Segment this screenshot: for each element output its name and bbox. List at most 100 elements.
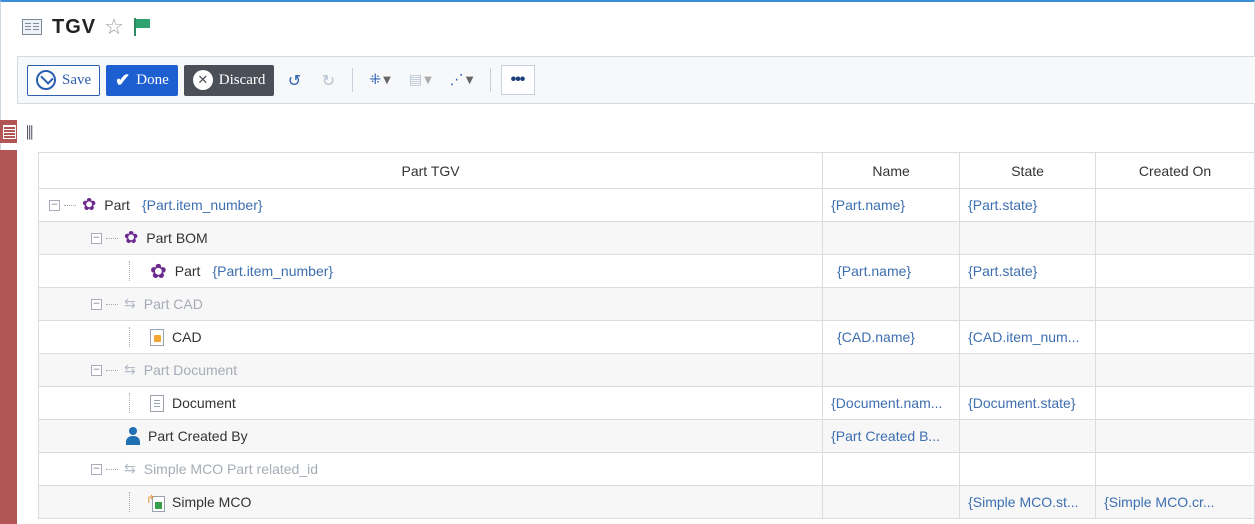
state-cell[interactable] [959, 287, 1097, 321]
name-cell[interactable] [822, 353, 961, 387]
toolbar-separator [489, 68, 491, 92]
table-row[interactable]: − ⇆ Part Document [37, 353, 1255, 387]
node-label: Part [104, 197, 130, 213]
node-label: Simple MCO Part related_id [143, 461, 319, 477]
title-bar: TGV ☆ [0, 2, 1255, 52]
table-row[interactable]: − ✿ Part {Part.item_number} {Part.name} … [37, 188, 1255, 222]
column-header-state[interactable]: State [959, 152, 1097, 189]
chevron-down-icon: ▼ [424, 74, 432, 86]
discard-button[interactable]: ✕ Discard [183, 64, 275, 96]
table-row[interactable]: ✿ Part {Part.item_number} {Part.name} {P… [37, 254, 1255, 288]
name-cell[interactable]: {CAD.name} [822, 320, 961, 354]
save-button-label: Save [62, 71, 92, 88]
star-icon[interactable]: ☆ [104, 16, 124, 38]
relationship-dropdown[interactable]: ⋰ ▼ [444, 66, 480, 94]
collapse-toggle[interactable]: − [91, 364, 102, 376]
state-cell[interactable]: {CAD.item_num... [959, 320, 1097, 354]
collapse-toggle[interactable]: − [49, 199, 60, 211]
tree-grid-view-icon[interactable] [0, 120, 17, 143]
clipboard-icon: ▤ [408, 72, 423, 88]
relationship-icon: ⇆ [124, 362, 136, 378]
user-icon [126, 427, 140, 445]
save-icon [36, 70, 56, 90]
name-cell[interactable]: {Part.name} [822, 254, 961, 288]
grid-header-row: Part TGV Name State Created On [37, 152, 1255, 189]
node-label: Part Document [143, 362, 238, 378]
created-on-cell[interactable] [1095, 254, 1255, 288]
node-label: Part [174, 263, 201, 279]
flag-icon[interactable] [133, 18, 150, 36]
table-row[interactable]: Document {Document.nam... {Document.stat… [37, 386, 1255, 420]
state-cell[interactable]: {Part.state} [959, 188, 1097, 222]
redo-icon[interactable]: ↻ [314, 66, 342, 94]
table-row[interactable]: − ✿ Part BOM [37, 221, 1255, 255]
name-cell[interactable] [822, 287, 961, 321]
document-icon [150, 394, 164, 412]
state-cell[interactable]: {Part.state} [959, 254, 1097, 288]
side-accent-bar [0, 150, 17, 524]
name-cell[interactable]: {Part.name} [822, 188, 961, 222]
name-cell[interactable] [822, 485, 961, 519]
table-row[interactable]: − ⇆ Simple MCO Part related_id [37, 452, 1255, 486]
state-cell[interactable] [959, 452, 1097, 486]
table-row[interactable]: CAD {CAD.name} {CAD.item_num... [37, 320, 1255, 354]
collapse-toggle[interactable]: − [91, 232, 102, 244]
node-label: Part Created By [148, 428, 248, 444]
created-on-cell[interactable] [1095, 353, 1255, 387]
collapse-toggle[interactable]: − [91, 298, 102, 310]
toolbar: Save ✔ Done ✕ Discard ↺ ↻ ⁜ ▼ ▤ ▼ ⋰ ▼ ••• [17, 56, 1255, 104]
part-gear-icon: ✿ [82, 194, 97, 215]
toolbar-separator [352, 68, 354, 92]
created-on-cell[interactable] [1095, 221, 1255, 255]
node-label: Part BOM [146, 230, 208, 246]
collapse-toggle[interactable]: − [91, 463, 102, 475]
name-cell[interactable] [822, 221, 961, 255]
column-settings-icon[interactable]: ⫼ [26, 123, 33, 143]
created-on-cell[interactable] [1095, 320, 1255, 354]
discard-button-label: Discard [218, 71, 266, 88]
simple-mco-icon: ↱ [146, 493, 165, 512]
created-on-cell[interactable]: {Simple MCO.cr... [1095, 485, 1255, 519]
tgv-view-icon [22, 19, 42, 35]
name-cell[interactable] [822, 452, 961, 486]
column-header-name[interactable]: Name [822, 152, 961, 189]
page-title: TGV [52, 15, 97, 38]
node-label: Simple MCO [172, 494, 252, 510]
state-cell[interactable] [959, 419, 1097, 453]
name-cell[interactable]: {Document.nam... [822, 386, 961, 420]
node-network-icon: ⁜ [369, 72, 382, 88]
done-button[interactable]: ✔ Done [106, 64, 178, 96]
undo-icon[interactable]: ↺ [280, 66, 308, 94]
node-property: {Part.item_number} [212, 263, 334, 279]
state-cell[interactable]: {Simple MCO.st... [959, 485, 1097, 519]
state-cell[interactable] [959, 221, 1097, 255]
created-on-cell[interactable] [1095, 386, 1255, 420]
table-row[interactable]: Part Created By {Part Created B... [37, 419, 1255, 453]
share-nodes-icon: ⋰ [449, 72, 464, 88]
chevron-down-icon: ▼ [383, 74, 391, 86]
column-header-part-tgv[interactable]: Part TGV [37, 152, 824, 189]
created-on-cell[interactable] [1095, 452, 1255, 486]
node-property: {Part.item_number} [141, 197, 263, 213]
more-options-button[interactable]: ••• [500, 65, 535, 95]
structure-actions-dropdown[interactable]: ⁜ ▼ [363, 66, 396, 94]
created-on-cell[interactable] [1095, 287, 1255, 321]
node-label: Part CAD [143, 296, 203, 312]
relationship-icon: ⇆ [124, 296, 136, 312]
state-cell[interactable]: {Document.state} [959, 386, 1097, 420]
discard-x-icon: ✕ [192, 70, 213, 90]
save-button[interactable]: Save [27, 64, 101, 96]
node-label: Document [172, 395, 236, 411]
chevron-down-icon: ▼ [465, 74, 474, 86]
name-cell[interactable]: {Part Created B... [822, 419, 961, 453]
created-on-cell[interactable] [1095, 188, 1255, 222]
column-header-created-on[interactable]: Created On [1095, 152, 1255, 189]
state-cell[interactable] [959, 353, 1097, 387]
done-button-label: Done [136, 71, 169, 88]
clipboard-dropdown[interactable]: ▤ ▼ [403, 66, 438, 94]
table-row[interactable]: − ⇆ Part CAD [37, 287, 1255, 321]
relationship-icon: ⇆ [124, 461, 136, 477]
node-label: CAD [172, 329, 202, 345]
table-row[interactable]: ↱ Simple MCO {Simple MCO.st... {Simple M… [37, 485, 1255, 519]
created-on-cell[interactable] [1095, 419, 1255, 453]
